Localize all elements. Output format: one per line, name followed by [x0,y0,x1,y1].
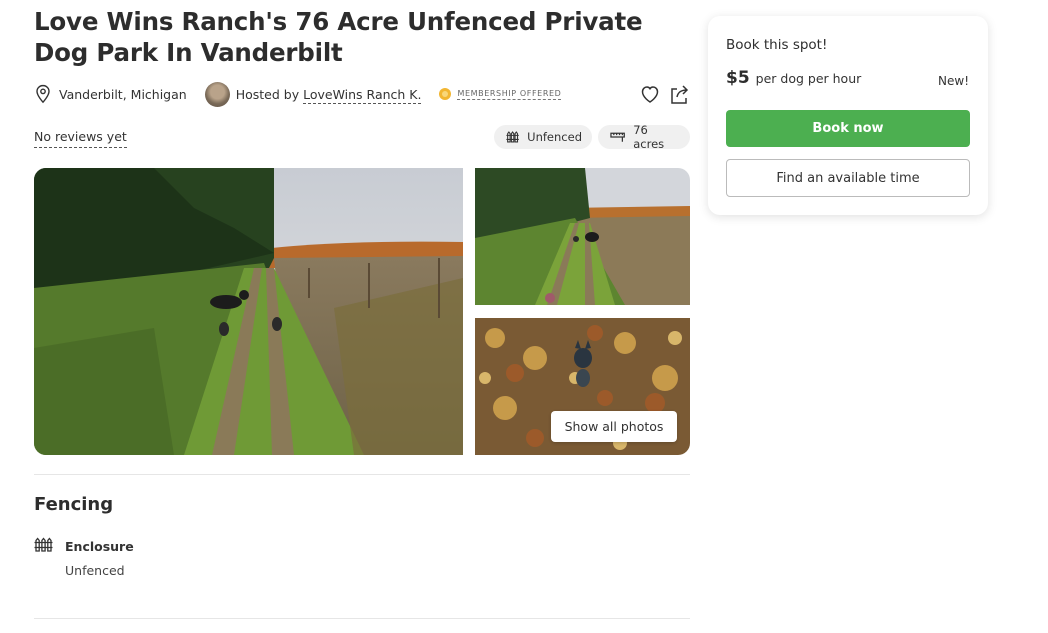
enclosure-value: Unfenced [65,563,125,578]
ruler-icon [610,132,625,142]
show-all-photos-button[interactable]: Show all photos [551,411,677,442]
section-divider [34,618,690,619]
price-amount: $5 [726,68,750,88]
chip-acres: 76 acres [598,123,690,151]
price: $5 per dog per hour [726,68,861,88]
chip-unfenced-label: Unfenced [527,130,582,144]
photo-trail-distance[interactable] [475,168,690,305]
find-available-time-button[interactable]: Find an available time [726,159,970,197]
membership-badge-icon [439,88,452,100]
location-text: Vanderbilt, Michigan [59,86,187,102]
location-pin-icon [36,84,50,104]
listing-meta: Vanderbilt, Michigan Hosted by LoveWins … [34,81,690,107]
book-now-button[interactable]: Book now [726,110,970,147]
favorite-heart-icon[interactable] [639,83,661,105]
page-title: Love Wins Ranch's 76 Acre Unfenced Priva… [34,7,643,67]
share-icon[interactable] [668,83,690,105]
enclosure-label: Enclosure [65,539,134,554]
membership-badge[interactable]: MEMBERSHIP OFFERED [457,89,562,100]
chip-unfenced: Unfenced [494,125,592,149]
price-unit: per dog per hour [755,71,862,86]
reviews-link[interactable]: No reviews yet [34,129,127,148]
main-photo-trail-dogs[interactable] [34,168,463,455]
host-avatar[interactable] [204,81,230,107]
fencing-heading: Fencing [34,494,114,515]
chip-acres-label: 76 acres [633,123,665,151]
booking-card: Book this spot! $5 per dog per hour New!… [708,16,988,215]
new-tag: New! [938,74,969,88]
host-name-link[interactable]: LoveWins Ranch K. [303,86,422,104]
section-divider [34,474,690,475]
hosted-by: Hosted by LoveWins Ranch K. [235,86,422,104]
hosted-by-prefix: Hosted by [235,86,300,102]
booking-title: Book this spot! [726,37,828,53]
fence-icon [506,131,519,143]
fence-icon [34,537,53,552]
